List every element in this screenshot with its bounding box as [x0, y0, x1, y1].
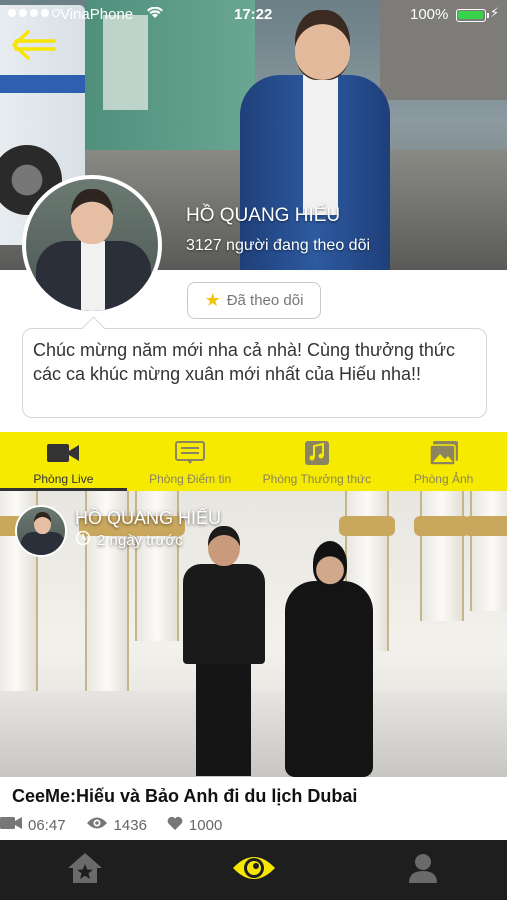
- video-posted-time: 2 ngày trước: [75, 530, 183, 550]
- following-button-label: Đã theo dõi: [226, 292, 304, 309]
- tab-photos[interactable]: Phòng Ảnh: [380, 432, 507, 491]
- status-bar: VinaPhone 17:22 100% ⚡: [0, 0, 507, 30]
- video-person-woman: [283, 541, 373, 777]
- views-stat: 1436: [86, 816, 147, 834]
- eye-icon: [86, 816, 108, 834]
- clock-icon: [75, 530, 91, 550]
- tab-live-label: Phòng Live: [33, 472, 94, 486]
- video-camera-icon: [0, 816, 22, 834]
- profile-avatar[interactable]: [22, 175, 162, 315]
- news-icon: [175, 440, 206, 466]
- mosque-pillar: [464, 491, 507, 611]
- carrier-name: VinaPhone: [60, 6, 134, 23]
- video-stats: 06:47 1436 1000: [0, 814, 242, 836]
- tab-music[interactable]: Phòng Thưởng thức: [254, 432, 381, 491]
- wifi-icon: [147, 6, 163, 22]
- video-likes: 1000: [188, 816, 223, 834]
- follower-count: 3127 người đang theo dõi: [186, 237, 371, 254]
- music-icon: [304, 440, 330, 466]
- home-star-icon: [67, 852, 103, 889]
- tab-news[interactable]: Phòng Điểm tin: [127, 432, 254, 491]
- video-person-man: [178, 526, 268, 776]
- signal-strength-icon: [8, 9, 60, 17]
- back-arrow-icon[interactable]: [10, 28, 60, 64]
- nav-home[interactable]: [0, 840, 169, 900]
- tab-music-label: Phòng Thưởng thức: [262, 472, 372, 486]
- tab-live[interactable]: Phòng Live: [0, 432, 127, 491]
- video-title[interactable]: CeeMe:Hiếu và Bảo Anh đi du lịch Dubai: [12, 786, 357, 807]
- likes-stat[interactable]: 1000: [167, 816, 222, 834]
- video-views: 1436: [113, 816, 147, 834]
- video-duration: 06:47: [28, 816, 66, 834]
- following-button[interactable]: ★ Đã theo dõi: [187, 282, 321, 319]
- heart-icon: [167, 816, 183, 834]
- charging-bolt-icon: ⚡: [490, 5, 500, 20]
- greeting-message-text: Chúc mừng năm mới nha cả nhà! Cùng thưởn…: [33, 340, 455, 384]
- battery-percentage: 100%: [410, 6, 449, 23]
- profile-icon: [407, 852, 439, 889]
- video-author-name: HỒ QUANG HIẾU: [75, 508, 222, 528]
- eye-icon: [232, 852, 276, 889]
- duration-stat: 06:47: [0, 816, 66, 834]
- nav-profile[interactable]: [338, 840, 507, 900]
- mosque-pillar: [414, 491, 470, 621]
- photo-icon: [428, 440, 459, 466]
- star-icon: ★: [204, 290, 221, 310]
- video-camera-icon: [47, 440, 80, 466]
- tab-photos-label: Phòng Ảnh: [413, 472, 474, 486]
- video-author-avatar[interactable]: [15, 505, 67, 557]
- clock: 17:22: [234, 6, 273, 23]
- cover-person: [235, 5, 395, 270]
- video-posted-time-text: 2 ngày trước: [97, 531, 183, 549]
- bottom-navigation: [0, 840, 507, 900]
- tab-news-label: Phòng Điểm tin: [149, 472, 232, 486]
- nav-watch[interactable]: [169, 840, 338, 900]
- room-tab-bar: Phòng Live Phòng Điểm tin Phòng Thưởng t…: [0, 432, 507, 491]
- artist-name: HỒ QUANG HIẾU: [186, 205, 341, 226]
- greeting-message-bubble: Chúc mừng năm mới nha cả nhà! Cùng thưởn…: [22, 328, 487, 418]
- battery-icon: [456, 9, 489, 22]
